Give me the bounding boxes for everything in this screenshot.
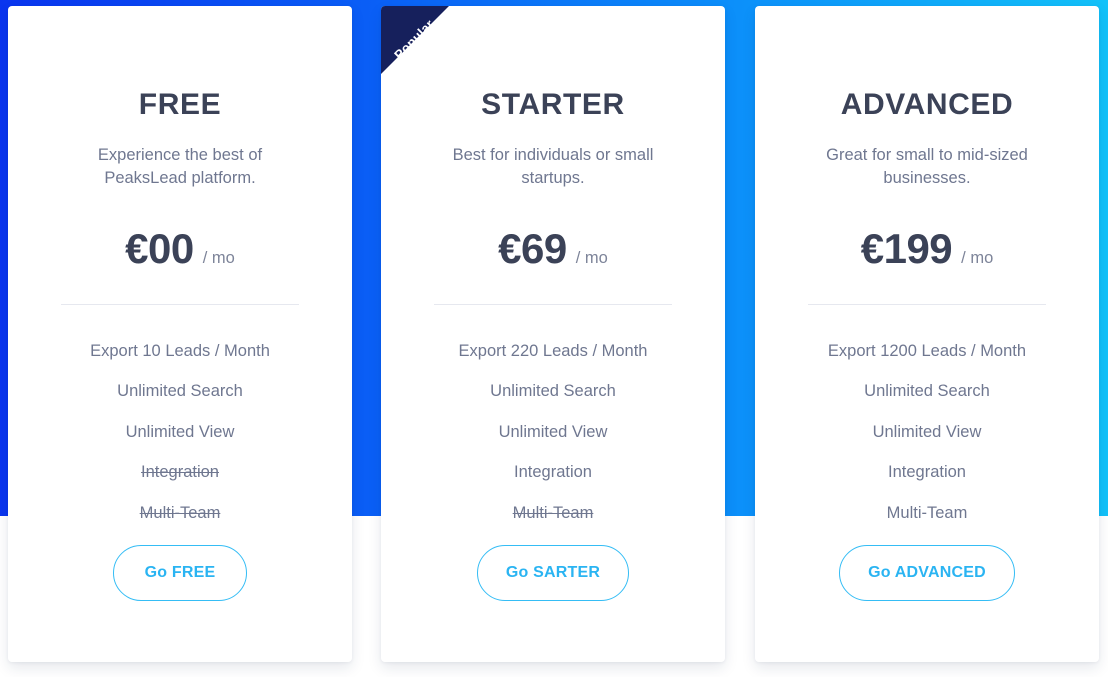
plan-price-period: / mo bbox=[575, 248, 608, 267]
plan-feature-list: Export 1200 Leads / Month Unlimited Searc… bbox=[781, 331, 1073, 534]
plan-feature-item: Unlimited Search bbox=[864, 382, 990, 401]
plan-card: FREE Experience the best of PeaksLead pla… bbox=[8, 6, 352, 662]
plan-price-row: €199 / mo bbox=[860, 224, 994, 272]
plan-price-amount: €00 bbox=[125, 224, 194, 272]
plan-cta-button[interactable]: Go FREE bbox=[113, 545, 247, 601]
plan-divider bbox=[434, 303, 672, 305]
plan-card: ADVANCED Great for small to mid-sized bus… bbox=[755, 6, 1099, 662]
plan-price-row: €00 / mo bbox=[125, 224, 235, 272]
plan-price-period: / mo bbox=[961, 248, 994, 267]
plan-feature-item: Multi-Team bbox=[512, 503, 594, 522]
plan-feature-list: Export 10 Leads / Month Unlimited Search U… bbox=[34, 331, 326, 534]
plan-feature-item: Unlimited Search bbox=[117, 382, 243, 401]
plan-feature-item: Integration bbox=[514, 463, 592, 482]
plan-name: FREE bbox=[138, 88, 222, 121]
plan-divider bbox=[808, 303, 1046, 305]
plan-feature-item: Unlimited View bbox=[872, 422, 982, 441]
plan-feature-item: Export 220 Leads / Month bbox=[458, 341, 648, 360]
plan-card-body: ADVANCED Great for small to mid-sized bus… bbox=[755, 6, 1099, 662]
plan-tagline: Experience the best of PeaksLead platfor… bbox=[97, 146, 263, 187]
plan-name: ADVANCED bbox=[840, 88, 1014, 121]
plan-feature-item: Unlimited View bbox=[498, 422, 608, 441]
plan-name: STARTER bbox=[481, 88, 625, 121]
popular-ribbon bbox=[381, 6, 449, 74]
plan-feature-item: Multi-Team bbox=[886, 503, 968, 522]
plan-feature-item: Integration bbox=[141, 463, 219, 482]
plan-tagline: Great for small to mid-sized businesses. bbox=[826, 146, 1028, 187]
plan-tagline: Best for individuals or small startups. bbox=[452, 146, 654, 187]
plan-card: Popular STARTER Best for individuals or sm… bbox=[381, 6, 725, 662]
plan-price-row: €69 / mo bbox=[498, 224, 608, 272]
plan-price-amount: €199 bbox=[860, 224, 953, 272]
plan-divider bbox=[61, 303, 299, 305]
plan-cta-button[interactable]: Go SARTER bbox=[476, 545, 630, 601]
plan-feature-item: Export 10 Leads / Month bbox=[90, 341, 270, 360]
plan-cta-container: Go FREE bbox=[34, 545, 326, 601]
plan-feature-item: Unlimited Search bbox=[490, 382, 616, 401]
plan-price-period: / mo bbox=[202, 248, 235, 267]
plan-price-amount: €69 bbox=[498, 224, 567, 272]
plan-feature-item: Integration bbox=[888, 463, 966, 482]
plan-card-body: FREE Experience the best of PeaksLead pla… bbox=[8, 6, 352, 662]
plan-feature-list: Export 220 Leads / Month Unlimited Search… bbox=[407, 331, 699, 534]
plan-feature-item: Multi-Team bbox=[139, 503, 221, 522]
plan-cta-container: Go SARTER bbox=[407, 545, 699, 601]
plan-card-body: STARTER Best for individuals or small sta… bbox=[381, 6, 725, 662]
plan-cta-button[interactable]: Go ADVANCED bbox=[839, 545, 1015, 601]
plan-cta-container: Go ADVANCED bbox=[781, 545, 1073, 601]
plan-feature-item: Export 1200 Leads / Month bbox=[827, 341, 1027, 360]
pricing-plans-grid: FREE Experience the best of PeaksLead pla… bbox=[0, 0, 1108, 677]
plan-feature-item: Unlimited View bbox=[125, 422, 235, 441]
